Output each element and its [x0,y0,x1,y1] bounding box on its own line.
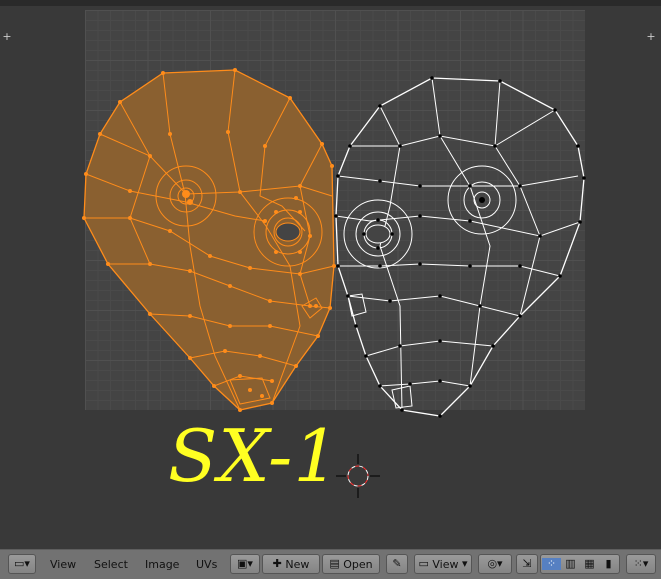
menu-select[interactable]: Select [94,558,128,571]
island-select-icon[interactable]: ▮ [599,558,618,570]
new-image-label: New [285,557,310,571]
vertex-select-icon[interactable]: ⁘ [542,558,561,570]
sync-selection-icon[interactable]: ⇲ [516,554,538,574]
new-image-button[interactable]: ✚ New [262,554,320,574]
image-editor-icon[interactable]: ▭▾ [8,554,36,574]
selection-mode-group: ⁘ ▥ ▦ ▮ [540,554,620,574]
pin-icon[interactable]: ✎ [386,554,408,574]
edge-select-icon[interactable]: ▥ [561,558,580,570]
selected-uv-island[interactable] [82,68,336,412]
plus-icon: ✚ [272,557,286,570]
face-select-icon[interactable]: ▦ [580,558,599,570]
menu-image[interactable]: Image [145,558,179,571]
pivot-icon[interactable]: ◎▾ [478,554,512,574]
menu-view[interactable]: View [50,558,76,571]
view-mode-label: View [432,557,459,571]
view-mode-icon: ▭ [418,557,433,570]
menu-uvs[interactable]: UVs [196,558,217,571]
folder-icon: ▤ [329,557,344,570]
view-mode-dropdown[interactable]: ▭ View ▾ [414,554,472,574]
image-browse-icon[interactable]: ▣▾ [230,554,260,574]
uv-editor-header: ▭▾ View Select Image UVs ▣▾ ✚ New ▤ Open… [0,549,661,579]
unselected-uv-island[interactable] [334,76,586,418]
overlay-annotation-text: SX-1 [168,414,341,498]
snap-icon[interactable]: ⁙▾ [626,554,656,574]
uv-editor-viewport[interactable]: + + SX-1 [0,6,661,548]
open-image-button[interactable]: ▤ Open [322,554,380,574]
2d-cursor-icon[interactable] [336,454,380,498]
open-image-label: Open [343,557,373,571]
